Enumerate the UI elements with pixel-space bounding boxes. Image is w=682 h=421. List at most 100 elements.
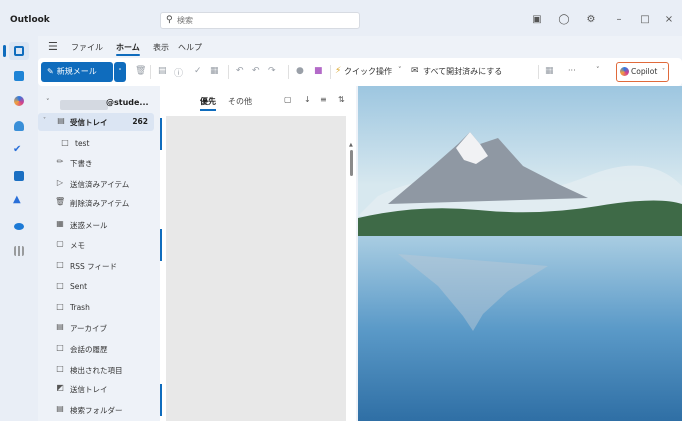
account-row[interactable]: ˅ @stude... [44, 98, 154, 112]
folder-label: 受信トレイ [70, 118, 108, 127]
unread-marker [160, 118, 162, 150]
ribbon-divider [538, 65, 539, 79]
rail-people[interactable] [9, 117, 29, 135]
search-icon: ⚲ [166, 15, 173, 25]
unread-count: 262 [132, 117, 148, 126]
folder-pane: ˅ @stude... ˅ ▤ 受信トレイ 262 □ test ✏ 下書き ▷… [38, 86, 156, 421]
folder-trash[interactable]: □ Trash [38, 299, 154, 317]
note-icon: ▢ [56, 239, 64, 248]
chevron-down-icon: ˅ [662, 68, 665, 75]
quick-steps-label[interactable]: クイック操作 [344, 66, 392, 77]
grid-icon[interactable]: ▦ [545, 66, 554, 76]
scroll-up-arrow[interactable]: ▲ [349, 142, 353, 148]
tab-focused[interactable]: 優先 [200, 96, 216, 111]
tag-icon[interactable]: ■ [314, 66, 323, 76]
copilot-label: Copilot [631, 67, 658, 76]
rail-files[interactable] [9, 167, 29, 185]
folder-label: 検索フォルダー [70, 406, 123, 415]
menu-bar: ☰ ファイル ホーム 表示 ヘルプ [38, 36, 682, 58]
tab-home[interactable]: ホーム [116, 42, 140, 56]
chevron-down-icon[interactable]: ˅ [398, 66, 402, 74]
folder-conversation-history[interactable]: □ 会話の履歴 [38, 340, 154, 358]
calendar-icon [14, 71, 24, 81]
new-mail-button[interactable]: ✎ 新規メール [41, 62, 113, 82]
drafts-icon: ✏ [56, 157, 64, 166]
filter-icon[interactable]: ≡ [320, 95, 327, 104]
tab-other[interactable]: その他 [228, 96, 252, 107]
rail-todo[interactable]: ✔ [9, 142, 29, 160]
bell-icon[interactable]: ◯ [557, 14, 571, 26]
minimize-icon[interactable]: – [612, 14, 626, 26]
mail-icon [14, 46, 24, 56]
folder-label: 下書き [70, 159, 93, 168]
junk-icon: ▦ [56, 219, 64, 228]
folder-archive[interactable]: ▤ アーカイブ [38, 319, 154, 337]
tab-help[interactable]: ヘルプ [178, 42, 202, 53]
search-input[interactable] [177, 14, 352, 27]
folder-label: 送信済みアイテム [70, 180, 130, 189]
folder-label: 迷惑メール [70, 221, 108, 230]
folder-icon: □ [56, 343, 64, 352]
tab-view[interactable]: 表示 [153, 42, 169, 53]
maximize-icon[interactable]: □ [638, 14, 652, 26]
ribbon-divider [150, 65, 151, 79]
folder-label: Trash [70, 303, 90, 312]
org-icon: ▲ [13, 194, 21, 205]
folder-test[interactable]: □ test [38, 135, 154, 153]
folder-junk[interactable]: ▦ 迷惑メール [38, 216, 154, 234]
search-box[interactable]: ⚲ [160, 12, 360, 29]
close-icon[interactable]: × [662, 14, 676, 26]
flag-icon[interactable]: ● [296, 66, 304, 76]
reply-all-icon[interactable]: ↶ [252, 66, 260, 76]
message-items-redacted[interactable] [166, 116, 346, 421]
unread-marker [160, 229, 162, 261]
folder-outbox[interactable]: ◩ 送信トレイ [38, 380, 154, 398]
rail-copilot[interactable] [9, 92, 29, 110]
inbox-icon: ▤ [57, 116, 65, 125]
archive-icon[interactable]: ▤ [158, 66, 167, 76]
compose-icon: ✎ [47, 67, 54, 76]
tab-file[interactable]: ファイル [71, 42, 103, 53]
move-icon[interactable]: ▦ [210, 66, 219, 76]
lightning-icon[interactable]: ⚡ [335, 66, 341, 76]
sweep-icon[interactable]: ✓ [194, 66, 202, 76]
feedback-icon[interactable]: ▣ [530, 14, 544, 26]
forward-icon[interactable]: ↷ [268, 66, 276, 76]
reply-icon[interactable]: ↶ [236, 66, 244, 76]
rail-onedrive[interactable] [9, 217, 29, 235]
select-icon[interactable]: ▢ [284, 95, 292, 104]
hamburger-icon[interactable]: ☰ [48, 40, 58, 53]
copilot-button[interactable]: Copilot ˅ [616, 62, 669, 82]
sort-icon[interactable]: ⇅ [338, 95, 345, 104]
rail-calendar[interactable] [9, 67, 29, 85]
folder-rss[interactable]: □ RSS フィード [38, 257, 154, 275]
folder-sent[interactable]: □ Sent [38, 278, 154, 296]
folder-deleted-items[interactable]: 🗑 削除済みアイテム [38, 194, 154, 212]
search-folder-icon: ▤ [56, 404, 64, 413]
jump-down-icon[interactable]: ↓ [304, 95, 311, 104]
more-options[interactable]: ··· [568, 66, 576, 75]
report-icon[interactable]: ⓘ [174, 66, 183, 79]
unread-marker [160, 384, 162, 416]
chevron-down-icon: ˅ [46, 98, 50, 106]
folder-search-folders[interactable]: ▤ 検索フォルダー [38, 401, 154, 419]
send-icon: ▷ [56, 178, 64, 187]
rail-apps[interactable] [9, 242, 29, 260]
folder-detected-items[interactable]: □ 検出された項目 [38, 361, 154, 379]
gear-icon[interactable]: ⚙ [584, 14, 598, 26]
trash-icon: 🗑 [55, 197, 66, 206]
rail-org[interactable]: ▲ [9, 192, 29, 210]
scrollbar-thumb[interactable] [350, 150, 353, 176]
delete-icon[interactable]: 🗑 [135, 66, 146, 76]
folder-inbox[interactable]: ˅ ▤ 受信トレイ 262 [38, 113, 154, 131]
folder-drafts[interactable]: ✏ 下書き [38, 154, 154, 172]
folder-sent-items[interactable]: ▷ 送信済みアイテム [38, 175, 154, 193]
folder-notes[interactable]: ▢ メモ [38, 236, 154, 254]
cloud-icon [14, 223, 24, 230]
mark-all-read-label[interactable]: すべて開封済みにする [423, 66, 502, 77]
outbox-icon: ◩ [56, 383, 64, 392]
chevron-down-icon[interactable]: ˅ [596, 66, 600, 74]
rail-mail[interactable] [3, 42, 29, 60]
new-mail-dropdown[interactable]: ˅ [114, 62, 126, 82]
account-redacted [60, 100, 108, 110]
